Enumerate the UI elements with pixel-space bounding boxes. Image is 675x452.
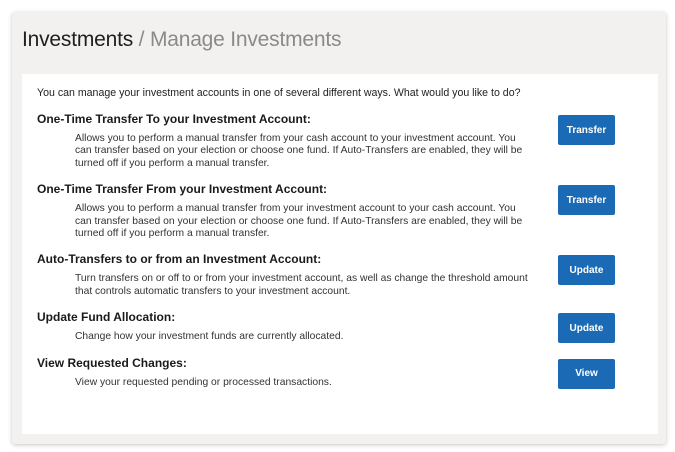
section-title: Update Fund Allocation: bbox=[37, 310, 176, 325]
section-description: Change how your investment funds are cur… bbox=[75, 331, 344, 343]
options-content: You can manage your investment accounts … bbox=[22, 74, 658, 434]
section-description: Allows you to perform a manual transfer … bbox=[75, 203, 523, 240]
manage-investments-panel: Investments / Manage Investments You can… bbox=[12, 12, 666, 444]
section-description: Turn transfers on or off to or from your… bbox=[75, 273, 528, 297]
section-fund-allocation: Update Fund Allocation: Change how your … bbox=[37, 310, 644, 344]
breadcrumb-investments[interactable]: Investments bbox=[22, 28, 133, 51]
section-auto-transfers: Auto-Transfers to or from an Investment … bbox=[37, 252, 644, 298]
transfer-from-button[interactable]: Transfer bbox=[558, 185, 615, 216]
section-title: View Requested Changes: bbox=[37, 355, 187, 370]
page-title: Manage Investments bbox=[149, 28, 342, 51]
transfer-to-button[interactable]: Transfer bbox=[558, 115, 615, 145]
section-transfer-to: One-Time Transfer To your Investment Acc… bbox=[37, 112, 644, 170]
section-transfer-from: One-Time Transfer From your Investment A… bbox=[37, 182, 644, 240]
section-title: Auto-Transfers to or from an Investment … bbox=[37, 252, 322, 267]
auto-transfers-update-button[interactable]: Update bbox=[558, 255, 615, 286]
view-changes-button[interactable]: View bbox=[558, 358, 615, 389]
section-requested-changes: View Requested Changes: View your reques… bbox=[37, 356, 644, 389]
section-description: View your requested pending or processed… bbox=[75, 376, 332, 388]
intro-text: You can manage your investment accounts … bbox=[37, 87, 521, 99]
section-title: One-Time Transfer To your Investment Acc… bbox=[37, 112, 311, 126]
section-title: One-Time Transfer From your Investment A… bbox=[37, 182, 328, 197]
breadcrumb-separator: / bbox=[138, 28, 145, 51]
fund-allocation-update-button[interactable]: Update bbox=[558, 313, 615, 344]
breadcrumb: Investments / Manage Investments bbox=[12, 12, 666, 68]
section-description: Allows you to perform a manual transfer … bbox=[75, 133, 523, 169]
